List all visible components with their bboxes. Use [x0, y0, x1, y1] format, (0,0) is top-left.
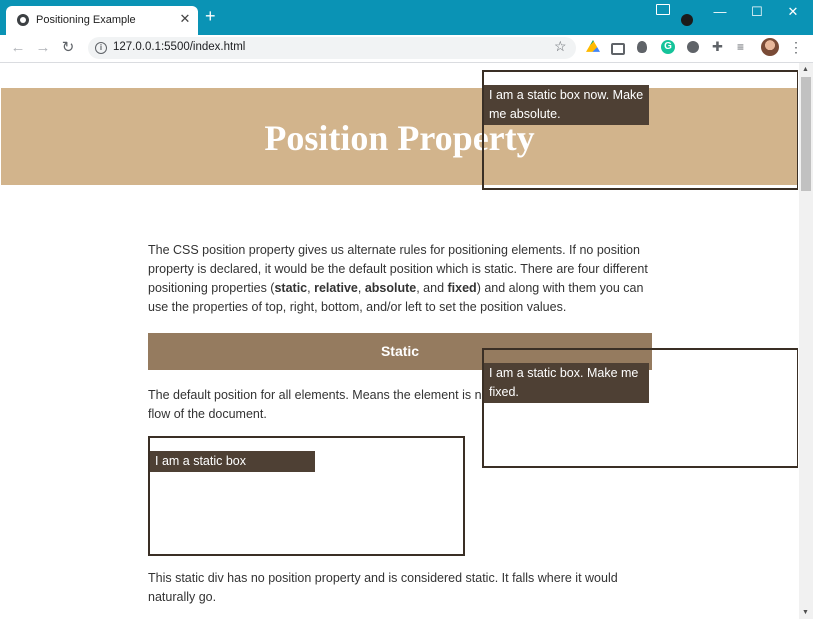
- browser-tab[interactable]: Positioning Example ✕: [6, 6, 198, 35]
- tab-title: Positioning Example: [36, 14, 136, 26]
- absolute-box-label: I am a static box now. Make me absolute.: [484, 85, 649, 125]
- browser-menu-icon[interactable]: ⋮: [789, 38, 803, 56]
- intro-paragraph: The CSS position property gives us alter…: [148, 243, 648, 314]
- static-note: This static div has no position property…: [148, 571, 618, 604]
- bug-icon[interactable]: [637, 41, 647, 53]
- avatar[interactable]: [761, 38, 779, 56]
- profile-menu-icon[interactable]: [681, 14, 693, 26]
- google-drive-icon[interactable]: [586, 40, 600, 52]
- grammarly-icon[interactable]: G: [661, 40, 675, 54]
- absolute-box: I am a static box now. Make me absolute.: [482, 70, 798, 190]
- url-text[interactable]: 127.0.0.1:5500/index.html: [113, 41, 245, 53]
- site-info-icon[interactable]: i: [95, 42, 107, 54]
- scrollbar-thumb[interactable]: [801, 77, 811, 191]
- maximize-button[interactable]: ☐: [737, 0, 777, 24]
- reload-button[interactable]: ↻: [58, 38, 78, 58]
- globe-icon: [17, 14, 29, 26]
- browser-title-bar: Positioning Example ✕ + — ☐ ✕: [0, 0, 813, 35]
- fixed-box-label: I am a static box. Make me fixed.: [484, 363, 649, 403]
- new-tab-button[interactable]: +: [205, 7, 216, 25]
- fixed-box: I am a static box. Make me fixed.: [482, 348, 798, 468]
- vertical-scrollbar[interactable]: ▲ ▼: [799, 63, 813, 619]
- close-tab-icon[interactable]: ✕: [178, 11, 192, 27]
- browser-toolbar: ← → ↻ i 127.0.0.1:5500/index.html ☆ G ✚ …: [0, 35, 813, 63]
- cast-icon[interactable]: [656, 4, 670, 15]
- forward-button[interactable]: →: [33, 38, 53, 58]
- extensions-puzzle-icon[interactable]: ✚: [712, 40, 726, 54]
- dark-mode-icon[interactable]: [687, 41, 699, 53]
- scroll-down-arrow-icon[interactable]: ▼: [802, 609, 809, 616]
- static-box: I am a static box: [148, 436, 465, 556]
- static-box-label: I am a static box: [150, 451, 315, 472]
- media-control-icon[interactable]: ≡: [737, 40, 751, 54]
- scroll-up-arrow-icon[interactable]: ▲: [802, 66, 809, 73]
- close-window-button[interactable]: ✕: [773, 0, 813, 24]
- bookmark-star-icon[interactable]: ☆: [554, 38, 567, 55]
- minimize-button[interactable]: —: [700, 0, 740, 24]
- address-bar[interactable]: i 127.0.0.1:5500/index.html ☆: [88, 37, 576, 59]
- camera-icon[interactable]: [611, 43, 625, 55]
- page-viewport: Position Property The CSS position prope…: [1, 63, 798, 619]
- back-button[interactable]: ←: [8, 38, 28, 58]
